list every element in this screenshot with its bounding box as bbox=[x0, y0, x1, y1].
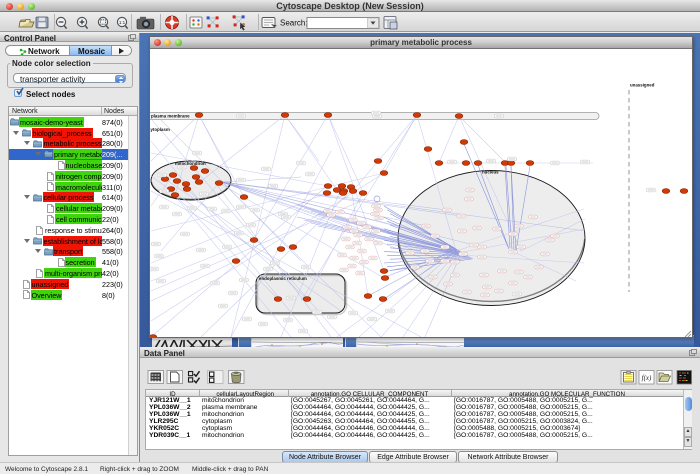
svg-text:endoplasmic reticulum: endoplasmic reticulum bbox=[259, 276, 307, 281]
svg-text:f(x): f(x) bbox=[642, 374, 652, 382]
svg-text:1:1: 1:1 bbox=[119, 20, 126, 25]
svg-text:nucleus: nucleus bbox=[482, 170, 499, 175]
svg-text:unassigned: unassigned bbox=[630, 83, 655, 88]
svg-text:cytoplasm: cytoplasm bbox=[150, 127, 170, 132]
svg-text:Search:: Search: bbox=[280, 19, 308, 28]
svg-text:plasma membrane: plasma membrane bbox=[151, 114, 190, 119]
